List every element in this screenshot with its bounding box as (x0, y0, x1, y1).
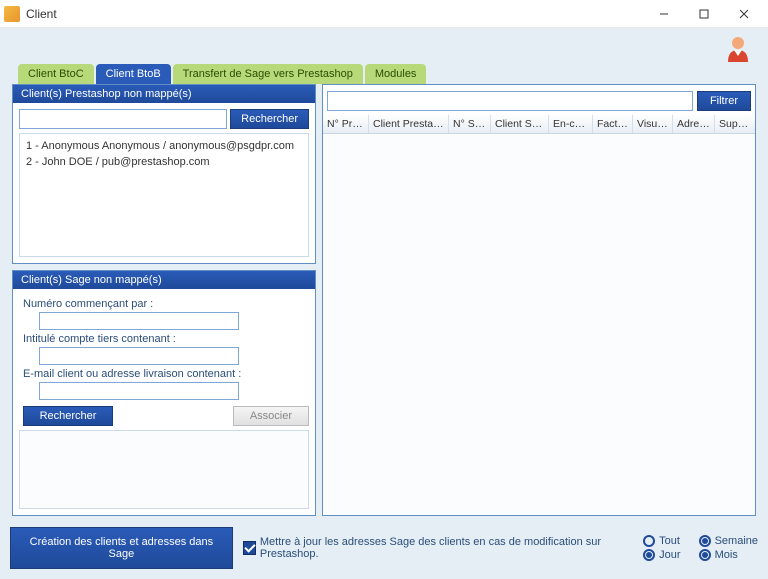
list-item[interactable]: 2 - John DOE / pub@prestashop.com (26, 154, 302, 170)
panel-prestashop-unmapped: Client(s) Prestashop non mappé(s) Recher… (12, 84, 316, 264)
filter-button[interactable]: Filtrer (697, 91, 751, 111)
radio-icon (643, 535, 655, 547)
label-email: E-mail client ou adresse livraison conte… (23, 368, 309, 380)
radio-jour[interactable]: Jour (643, 549, 680, 561)
numero-input[interactable] (39, 312, 239, 330)
tab-bar: Client BtoC Client BtoB Transfert de Sag… (10, 64, 758, 84)
period-radio-group: Tout Semaine Jour Mois (643, 535, 758, 561)
maximize-button[interactable] (684, 0, 724, 28)
user-avatar-icon[interactable] (724, 34, 752, 62)
col-header[interactable]: Client Sage (491, 115, 549, 133)
mapping-grid[interactable]: N° Presta Client Prestashop N° Sage Clie… (322, 115, 756, 516)
tab-btoc[interactable]: Client BtoC (18, 64, 94, 84)
col-header[interactable]: Client Prestashop (369, 115, 449, 133)
tab-modules[interactable]: Modules (365, 64, 427, 84)
prestashop-search-input[interactable] (19, 109, 227, 129)
radio-tout[interactable]: Tout (643, 535, 680, 547)
col-header[interactable]: Adresse (673, 115, 715, 133)
tab-transfert[interactable]: Transfert de Sage vers Prestashop (173, 64, 363, 84)
checkbox-label: Mettre à jour les adresses Sage des clie… (260, 536, 633, 560)
label-numero: Numéro commençant par : (23, 298, 309, 310)
panel-sage-unmapped: Client(s) Sage non mappé(s) Numéro comme… (12, 270, 316, 516)
email-input[interactable] (39, 382, 239, 400)
radio-icon (699, 549, 711, 561)
col-header[interactable]: Facture (593, 115, 633, 133)
grid-header-row: N° Presta Client Prestashop N° Sage Clie… (323, 115, 755, 134)
sage-search-button[interactable]: Rechercher (23, 406, 113, 426)
tab-btob[interactable]: Client BtoB (96, 64, 171, 84)
prestashop-search-button[interactable]: Rechercher (230, 109, 309, 129)
filter-input[interactable] (327, 91, 693, 111)
window-title: Client (26, 7, 644, 21)
associer-button[interactable]: Associer (233, 406, 309, 426)
update-addresses-checkbox[interactable]: Mettre à jour les adresses Sage des clie… (243, 536, 633, 560)
col-header[interactable]: Supprin (715, 115, 755, 133)
titlebar: Client (0, 0, 768, 28)
intitule-input[interactable] (39, 347, 239, 365)
col-header[interactable]: En-cour (549, 115, 593, 133)
label-intitule: Intitulé compte tiers contenant : (23, 333, 309, 345)
col-header[interactable]: Visualis (633, 115, 673, 133)
radio-semaine[interactable]: Semaine (699, 535, 758, 547)
radio-mois[interactable]: Mois (699, 549, 758, 561)
radio-icon (643, 549, 655, 561)
close-button[interactable] (724, 0, 764, 28)
col-header[interactable]: N° Presta (323, 115, 369, 133)
checkbox-icon (243, 541, 256, 555)
prestashop-client-list[interactable]: 1 - Anonymous Anonymous / anonymous@psgd… (19, 133, 309, 257)
col-header[interactable]: N° Sage (449, 115, 491, 133)
sage-result-list[interactable] (19, 430, 309, 509)
list-item[interactable]: 1 - Anonymous Anonymous / anonymous@psgd… (26, 138, 302, 154)
minimize-button[interactable] (644, 0, 684, 28)
radio-icon (699, 535, 711, 547)
panel-header: Client(s) Prestashop non mappé(s) (13, 85, 315, 103)
panel-header: Client(s) Sage non mappé(s) (13, 271, 315, 289)
create-clients-button[interactable]: Création des clients et adresses dans Sa… (10, 527, 233, 569)
app-icon (4, 6, 20, 22)
filter-bar: Filtrer (322, 84, 756, 115)
